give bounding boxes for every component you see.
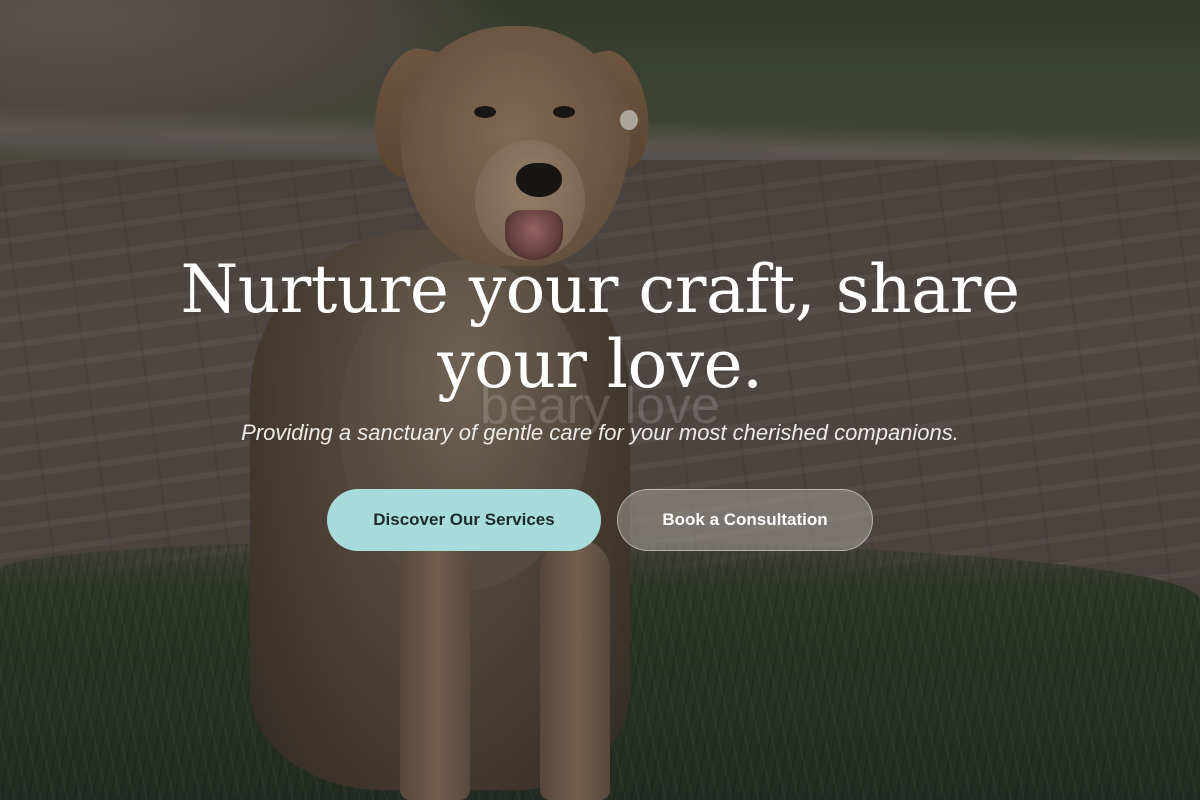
hero-section: Nurture your craft, share your love. bea… [0, 0, 1200, 800]
hero-content: Nurture your craft, share your love. bea… [0, 0, 1200, 800]
book-consultation-button[interactable]: Book a Consultation [617, 489, 873, 551]
hero-tagline: Providing a sanctuary of gentle care for… [241, 420, 959, 445]
discover-services-button[interactable]: Discover Our Services [327, 489, 601, 551]
